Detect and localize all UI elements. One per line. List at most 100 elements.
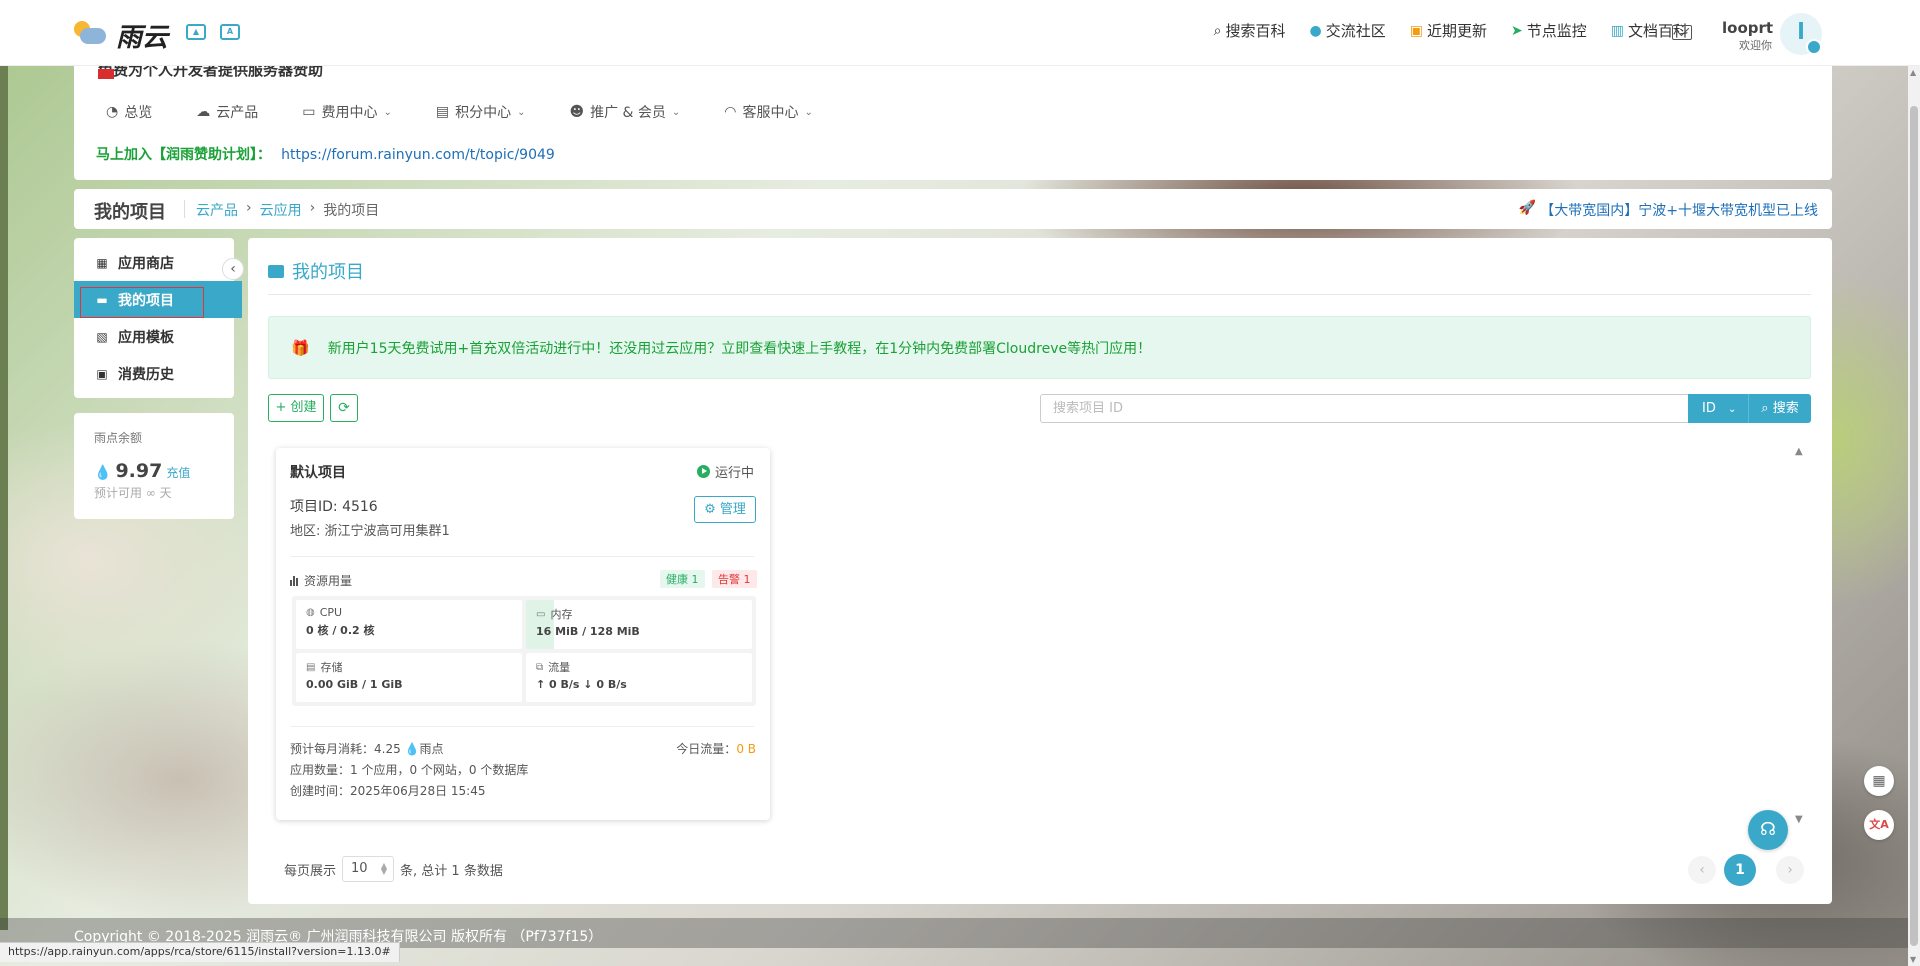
qr-code-button[interactable]: ▦ [1864,766,1894,796]
location-icon: ➤ [1511,22,1523,39]
divider [290,556,754,557]
top-navbar: 雨云 ▲ A ⌕ 搜索百科 ● 交流社区 ▣ 近期更新 ➤ 节点监控 ▥ 文档百… [0,0,1920,66]
breadcrumb-cloud-apps[interactable]: 云应用 [260,200,302,220]
sidebar-collapse-button[interactable]: ‹ [222,258,244,280]
search-field-select[interactable]: ID ⌄ [1688,394,1748,423]
translate-icon[interactable]: A [220,24,240,40]
nav-community[interactable]: ● 交流社区 [1310,20,1386,41]
resource-cpu: ◍ CPU 0 核 / 0.2 核 [296,600,522,649]
logo[interactable]: 雨云 [72,17,168,54]
resource-value: 16 MiB / 128 MiB [536,625,640,638]
page-scrollbar[interactable]: ▲ ▼ [1908,66,1920,966]
search-input[interactable] [1040,394,1704,423]
project-card[interactable]: 默认项目 运行中 项目ID: 4516 地区: 浙江宁波高可用集群1 ⚙ 管理 … [276,448,770,820]
breadcrumb-cloud-products[interactable]: 云产品 [196,200,238,220]
project-id: 项目ID: 4516 [290,499,378,515]
menu-billing[interactable]: ▭ 费用中心 ⌄ [302,102,392,122]
resource-storage: ▤ 存储 0.00 GiB / 1 GiB [296,653,522,702]
menu-label: 云产品 [216,105,259,121]
cost-text: 预计每月消耗：4.25 [290,742,405,756]
cpu-icon: ◍ [306,607,315,618]
resources-header: 资源用量 [290,572,352,589]
promo-text: 【大带宽国内】宁波+十堰大带宽机型已上线 [1540,203,1818,219]
resource-label: CPU [319,606,343,619]
menu-cloud-products[interactable]: ☁ 云产品 [196,102,258,122]
support-chat-button[interactable]: ☊ [1748,810,1788,850]
page-title: 我的项目 [94,202,166,223]
sponsor-link[interactable]: https://forum.rainyun.com/t/topic/9049 [281,147,555,163]
sidebar-item-label: 我的项目 [118,292,174,309]
chevron-down-icon: ⌄ [804,106,813,118]
chevron-down-icon: ⌄ [1728,404,1737,415]
nav-label: 节点监控 [1526,22,1587,40]
users-icon: ☻ [569,104,585,120]
scroll-down-icon[interactable]: ▼ [1795,814,1803,825]
nav-search-wiki[interactable]: ⌕ 搜索百科 [1214,20,1286,41]
menu-label: 费用中心 [321,105,378,121]
gift-icon: 🎁 [291,338,310,357]
running-icon [696,465,710,478]
promo-link[interactable]: 🚀 【大带宽国内】宁波+十堰大带宽机型已上线 [1519,200,1818,220]
nav-updates[interactable]: ▣ 近期更新 [1410,20,1487,41]
raindrop-icon: 💧 [404,742,420,756]
menu-points[interactable]: ▤ 积分中心 ⌄ [436,102,526,122]
language-button[interactable]: 文A [1864,810,1894,840]
sidebar-item-app-templates[interactable]: ▧ 应用模板 [74,318,234,355]
menu-overview[interactable]: ◔ 总览 [106,102,152,122]
book-icon: ▥ [1610,22,1624,39]
folder-icon [268,264,284,278]
divider [184,200,185,218]
balance-label: 雨点余额 [94,431,143,445]
refresh-icon: ⟳ [338,400,350,416]
scroll-up-icon[interactable]: ▲ [1795,446,1803,457]
create-button[interactable]: + 创建 [268,394,324,422]
page-size-select[interactable]: 10 ▲ ▼ [342,856,395,882]
menu-support[interactable]: ◠ 客服中心 ⌄ [724,102,813,122]
image-icon[interactable]: ▲ [186,24,206,40]
scroll-up-arrow-icon[interactable]: ▲ [1910,68,1916,77]
manage-label: 管理 [719,502,746,517]
mail-icon[interactable] [1672,25,1692,40]
headset-icon: ◠ [724,104,737,120]
page-size-value: 10 [351,861,368,876]
announcement-icon [98,69,114,79]
refresh-button[interactable]: ⟳ [330,394,358,422]
nav-node-monitor[interactable]: ➤ 节点监控 [1511,20,1587,41]
chevron-right-icon: › [246,200,252,216]
prev-page-button[interactable]: ‹ [1688,856,1716,884]
history-icon: ▣ [96,366,108,381]
rocket-icon: 🚀 [1518,200,1537,216]
manage-button[interactable]: ⚙ 管理 [694,496,756,523]
search-icon: ⌕ [1213,22,1222,39]
template-icon: ▧ [96,329,108,344]
cloud-products-icon: ☁ [196,104,211,120]
balance-card: 雨点余额 💧 9.97 充值 预计可用 ∞ 天 [74,413,234,519]
resource-memory: ▭ 内存 16 MiB / 128 MiB [526,600,752,649]
weather-logo-icon [72,19,110,53]
raindrop-icon: 💧 [94,465,112,481]
sidebar-item-billing-history[interactable]: ▣ 消费历史 [74,355,234,392]
sidebar-item-app-store[interactable]: ▦ 应用商店 [74,244,234,281]
promo-notice: 🎁 新用户15天免费试用+首充双倍活动进行中！还没用过云应用？立即查看快速上手教… [268,316,1811,379]
translate-icon: 文A [1869,818,1889,831]
scrollbar-thumb[interactable] [1910,106,1918,946]
chevron-down-icon: ⌄ [671,106,681,118]
resource-label: 内存 [550,608,573,621]
resources-label: 资源用量 [304,574,353,588]
page-1-button[interactable]: 1 [1724,854,1756,886]
chevron-right-icon: › [309,200,316,216]
sidebar-item-my-projects[interactable]: ▬ 我的项目 [74,281,242,318]
nav-label: 近期更新 [1426,22,1487,40]
search-button[interactable]: ⌕ 搜索 [1748,394,1811,423]
menu-promotion[interactable]: ☻ 推广 & 会员 ⌄ [569,102,680,122]
sponsor-banner: 马上加入【润雨赞助计划】： https://forum.rainyun.com/… [74,146,1832,180]
status-text: 运行中 [714,466,754,481]
scroll-down-arrow-icon[interactable]: ▼ [1910,955,1916,964]
notice-text: 新用户15天免费试用+首充双倍活动进行中！还没用过云应用？立即查看快速上手教程，… [327,340,1152,357]
user-name[interactable]: looprt [1722,19,1773,37]
recharge-link[interactable]: 充值 [166,464,190,481]
dashboard-icon: ◔ [106,104,119,120]
next-page-button[interactable]: › [1776,856,1804,884]
background-edge [0,60,8,930]
total-label: 条, 总计 1 条数据 [400,863,503,879]
